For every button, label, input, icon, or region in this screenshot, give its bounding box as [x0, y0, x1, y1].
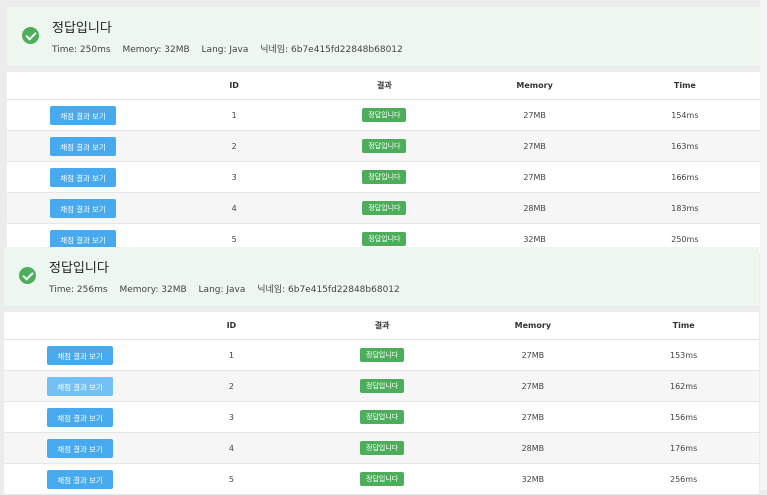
header-memory: Memory — [457, 312, 609, 340]
result-title: 정답입니다 — [52, 21, 112, 36]
result-meta: Time: 250ms Memory: 32MB Lang: Java 닉네임:… — [52, 42, 412, 55]
row-id: 1 — [159, 99, 310, 131]
status-badge: 정답입니다 — [362, 139, 407, 153]
header-id: ID — [156, 312, 307, 340]
table-header-row: ID 결과 Memory Time — [4, 312, 759, 340]
header-action — [4, 312, 156, 340]
result-time: Time: 250ms — [52, 45, 111, 55]
row-time: 166ms — [609, 161, 760, 193]
row-time: 183ms — [609, 192, 760, 224]
view-result-button[interactable]: 채점 결과 보기 — [50, 167, 116, 187]
row-memory: 28MB — [457, 432, 609, 464]
header-result: 결과 — [306, 312, 458, 340]
row-memory: 27MB — [457, 370, 609, 402]
view-result-button[interactable]: 채점 결과 보기 — [50, 198, 116, 218]
view-result-button[interactable]: 채점 결과 보기 — [50, 229, 116, 249]
result-lang: Lang: Java — [198, 285, 246, 295]
row-memory: 27MB — [459, 130, 610, 162]
row-time: 162ms — [608, 370, 759, 402]
table-header-row: ID 결과 Memory Time — [7, 72, 760, 100]
header-result: 결과 — [309, 72, 460, 100]
status-badge: 정답입니다 — [360, 348, 405, 362]
result-memory: Memory: 32MB — [119, 285, 187, 295]
result-meta: Time: 256ms Memory: 32MB Lang: Java 닉네임:… — [49, 282, 409, 295]
row-time: 163ms — [609, 130, 760, 162]
testcase-table: ID 결과 Memory Time 채점 결과 보기 1 정답입니다 27MB … — [7, 72, 760, 255]
result-nickname: 닉네임: 6b7e415fd22848b68012 — [260, 45, 403, 55]
header-time: Time — [609, 72, 760, 100]
view-result-button[interactable]: 채점 결과 보기 — [47, 438, 113, 458]
row-time: 156ms — [608, 401, 759, 433]
row-memory: 27MB — [457, 401, 609, 433]
check-circle-icon — [22, 27, 39, 44]
submission-result-panel-2: 정답입니다 Time: 256ms Memory: 32MB Lang: Jav… — [4, 247, 759, 495]
table-row: 채점 결과 보기 3 정답입니다 27MB 156ms — [4, 401, 759, 433]
row-id: 4 — [159, 192, 310, 224]
row-memory: 28MB — [459, 192, 610, 224]
result-banner: 정답입니다 Time: 256ms Memory: 32MB Lang: Jav… — [4, 247, 759, 306]
table-row: 채점 결과 보기 3 정답입니다 27MB 166ms — [7, 161, 760, 193]
row-id: 2 — [159, 130, 310, 162]
status-badge: 정답입니다 — [360, 379, 405, 393]
view-result-button[interactable]: 채점 결과 보기 — [50, 136, 116, 156]
table-row: 채점 결과 보기 2 정답입니다 27MB 163ms — [7, 130, 760, 162]
status-badge: 정답입니다 — [362, 108, 407, 122]
result-title: 정답입니다 — [49, 261, 109, 276]
status-badge: 정답입니다 — [360, 410, 405, 424]
row-time: 154ms — [609, 99, 760, 131]
result-time: Time: 256ms — [49, 285, 108, 295]
header-id: ID — [159, 72, 310, 100]
status-badge: 정답입니다 — [362, 201, 407, 215]
status-badge: 정답입니다 — [362, 232, 407, 246]
table-row: 채점 결과 보기 4 정답입니다 28MB 183ms — [7, 192, 760, 224]
view-result-button[interactable]: 채점 결과 보기 — [47, 469, 113, 489]
page-edge — [760, 0, 767, 490]
result-memory: Memory: 32MB — [122, 45, 190, 55]
status-badge: 정답입니다 — [362, 170, 407, 184]
row-time: 176ms — [608, 432, 759, 464]
view-result-button[interactable]: 채점 결과 보기 — [47, 376, 113, 396]
testcase-table: ID 결과 Memory Time 채점 결과 보기 1 정답입니다 27MB … — [4, 312, 759, 495]
table-row: 채점 결과 보기 1 정답입니다 27MB 154ms — [7, 99, 760, 131]
row-id: 3 — [156, 401, 307, 433]
row-id: 2 — [156, 370, 307, 402]
result-lang: Lang: Java — [201, 45, 249, 55]
check-circle-icon — [19, 267, 36, 284]
status-badge: 정답입니다 — [360, 472, 405, 486]
header-time: Time — [608, 312, 759, 340]
header-memory: Memory — [459, 72, 610, 100]
row-memory: 27MB — [459, 99, 610, 131]
table-row: 채점 결과 보기 1 정답입니다 27MB 153ms — [4, 339, 759, 371]
header-action — [7, 72, 159, 100]
row-id: 4 — [156, 432, 307, 464]
row-memory: 27MB — [457, 339, 609, 371]
row-memory: 27MB — [459, 161, 610, 193]
view-result-button[interactable]: 채점 결과 보기 — [50, 105, 116, 125]
submission-result-panel-1: 정답입니다 Time: 250ms Memory: 32MB Lang: Jav… — [7, 7, 760, 255]
view-result-button[interactable]: 채점 결과 보기 — [47, 345, 113, 365]
view-result-button[interactable]: 채점 결과 보기 — [47, 407, 113, 427]
result-nickname: 닉네임: 6b7e415fd22848b68012 — [257, 285, 400, 295]
table-row: 채점 결과 보기 4 정답입니다 28MB 176ms — [4, 432, 759, 464]
row-id: 3 — [159, 161, 310, 193]
row-id: 1 — [156, 339, 307, 371]
table-row: 채점 결과 보기 2 정답입니다 27MB 162ms — [4, 370, 759, 402]
status-badge: 정답입니다 — [360, 441, 405, 455]
row-time: 153ms — [608, 339, 759, 371]
result-banner: 정답입니다 Time: 250ms Memory: 32MB Lang: Jav… — [7, 7, 760, 66]
